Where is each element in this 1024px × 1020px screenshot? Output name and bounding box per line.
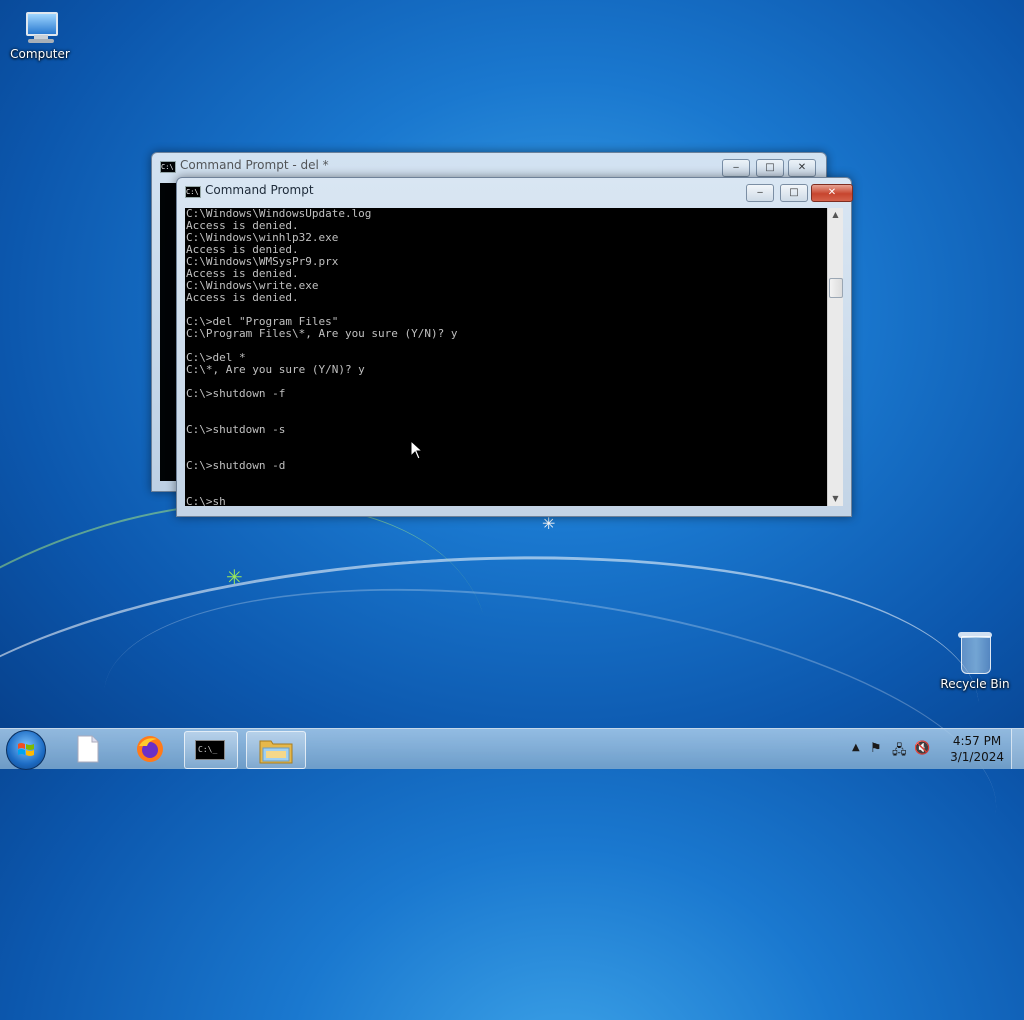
cmd-icon: C:\ — [160, 161, 176, 173]
scroll-thumb[interactable] — [829, 278, 843, 298]
desktop-icon-computer[interactable]: Computer — [0, 10, 80, 61]
taskbar-explorer-button[interactable] — [246, 731, 306, 769]
text-cursor — [226, 496, 234, 506]
start-button[interactable] — [6, 730, 46, 770]
taskbar-cmd-button[interactable]: C:\_ — [184, 731, 238, 769]
clock[interactable]: 4:57 PM 3/1/2024 — [950, 733, 1004, 765]
volume-muted-icon[interactable]: 🔇 — [914, 741, 930, 756]
clock-time: 4:57 PM — [952, 734, 1002, 748]
command-prompt-window[interactable]: C:\ Command Prompt ‒ □ ✕ C:\Windows\Wind… — [176, 177, 853, 517]
window-title: Command Prompt — [205, 183, 314, 197]
show-desktop-button[interactable] — [1011, 729, 1024, 769]
console-output[interactable]: C:\Windows\WindowsUpdate.log Access is d… — [185, 208, 827, 506]
close-button[interactable]: ✕ — [788, 159, 816, 177]
recycle-bin-icon — [958, 630, 992, 674]
desktop-icon-label: Recycle Bin — [940, 677, 1010, 691]
system-tray: ▲ ⚑ 🖧 🔇 4:57 PM 3/1/2024 — [834, 729, 1024, 769]
vertical-scrollbar[interactable]: ▲ ▼ — [827, 208, 843, 506]
scroll-up-arrow-icon[interactable]: ▲ — [828, 208, 843, 222]
explorer-icon — [259, 740, 293, 764]
close-button[interactable]: ✕ — [811, 184, 853, 202]
cmd-icon: C:\_ — [195, 740, 225, 760]
wallpaper-leaf: ✳ — [226, 565, 243, 589]
windows-logo-icon — [18, 743, 34, 756]
minimize-button[interactable]: ‒ — [722, 159, 750, 177]
scroll-down-arrow-icon[interactable]: ▼ — [828, 492, 843, 506]
show-hidden-icons-icon[interactable]: ▲ — [852, 742, 860, 753]
title-bar[interactable]: C:\ Command Prompt - del * ‒ □ ✕ — [152, 153, 826, 179]
maximize-button[interactable]: □ — [756, 159, 784, 177]
prompt-line: C:\>sh — [186, 495, 226, 507]
cmd-icon: C:\ — [185, 186, 201, 198]
firefox-icon — [137, 736, 163, 762]
taskbar-file-button[interactable] — [66, 731, 110, 767]
window-title: Command Prompt - del * — [180, 158, 329, 172]
console-text: C:\Windows\WindowsUpdate.log Access is d… — [186, 208, 458, 472]
file-icon — [77, 735, 99, 763]
taskbar: C:\_ ▲ ⚑ 🖧 🔇 4:57 PM 3/1/2024 — [0, 728, 1024, 770]
taskbar-firefox-button[interactable] — [126, 731, 174, 767]
minimize-button[interactable]: ‒ — [746, 184, 774, 202]
computer-icon — [20, 10, 60, 44]
title-bar[interactable]: C:\ Command Prompt ‒ □ ✕ — [177, 178, 853, 204]
network-icon[interactable]: 🖧 — [892, 741, 907, 763]
mouse-pointer-icon — [410, 440, 424, 460]
desktop-icon-recycle-bin[interactable]: Recycle Bin — [935, 630, 1015, 691]
maximize-button[interactable]: □ — [780, 184, 808, 202]
clock-date: 3/1/2024 — [950, 750, 1004, 764]
desktop-icon-label: Computer — [10, 47, 70, 61]
action-center-flag-icon[interactable]: ⚑ — [870, 741, 882, 756]
